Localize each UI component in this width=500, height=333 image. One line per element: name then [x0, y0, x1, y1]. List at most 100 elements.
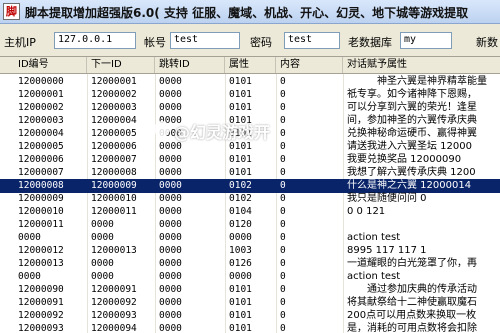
cell-next-id: 12000003 — [91, 102, 137, 113]
cell-dialog-text: action test — [347, 232, 401, 243]
table-row[interactable]: 12000000 12000001 0000 0101 0 神圣六翼是神界精萃能量 — [0, 75, 500, 89]
column-header-jump-id[interactable]: 跳转ID — [155, 57, 225, 73]
table-row[interactable]: 12000012 12000013 0000 1003 0 8995 117 117 1 — [0, 244, 500, 258]
column-header-id[interactable]: ID编号 — [14, 57, 87, 73]
cell-next-id: 12000005 — [91, 128, 137, 139]
cell-next-id: 12000004 — [91, 115, 137, 126]
cell-dialog-text: 兑换神秘命运硬币、赢得神翼 — [347, 128, 477, 139]
cell-id: 12000090 — [18, 284, 64, 295]
cell-dialog-text: 可以分享到六翼的荣光！逢星 — [347, 102, 477, 113]
cell-jump-id: 0000 — [159, 89, 182, 100]
cell-content: 0 — [280, 323, 286, 333]
cell-id: 12000008 — [18, 180, 64, 191]
cell-attribute: 0101 — [229, 76, 252, 87]
cell-next-id: 12000010 — [91, 193, 137, 204]
host-input[interactable]: 127.0.0.1 — [54, 32, 136, 49]
cell-id: 12000006 — [18, 154, 64, 165]
cell-next-id: 12000002 — [91, 89, 137, 100]
cell-jump-id: 0000 — [159, 167, 182, 178]
host-label: 主机IP — [4, 36, 36, 49]
column-header-next-id[interactable]: 下一ID — [87, 57, 155, 73]
cell-content: 0 — [280, 76, 286, 87]
cell-dialog-text: 祇专享。如今诸神降下恩赐， — [347, 89, 477, 100]
account-label: 帐号 — [144, 36, 166, 49]
cell-attribute: 0126 — [229, 258, 252, 269]
table-row[interactable]: 12000090 12000091 0000 0101 0 通过参加庆典的传承活动 — [0, 283, 500, 297]
cell-dialog-text: 一道耀眼的白光笼罩了你，再 — [347, 258, 477, 269]
cell-id: 12000093 — [18, 323, 64, 333]
cell-content: 0 — [280, 154, 286, 165]
cell-attribute: 0101 — [229, 102, 252, 113]
script-table[interactable]: ID编号 下一ID 跳转ID 属性 内容 对话赋予属性 12000000 1200… — [0, 57, 500, 333]
cell-jump-id: 0000 — [159, 310, 182, 321]
cell-attribute: 0000 — [229, 232, 252, 243]
cell-jump-id: 0000 — [159, 245, 182, 256]
cell-next-id: 12000093 — [91, 310, 137, 321]
cell-attribute: 0101 — [229, 89, 252, 100]
cell-attribute: 0101 — [229, 323, 252, 333]
cell-dialog-text: 0 0 121 — [347, 206, 386, 217]
account-input[interactable]: test — [170, 32, 240, 49]
table-row[interactable]: 12000092 12000093 0000 0101 0 200点可以用点数来换取一枚 — [0, 309, 500, 323]
table-row[interactable]: 12000091 12000092 0000 0101 0 将其献祭给十二神使赢取魔石 — [0, 296, 500, 310]
old-database-label: 老数据库 — [348, 36, 392, 49]
table-row[interactable]: 12000011 0000 0000 0120 0 — [0, 218, 500, 232]
table-row[interactable]: 12000008 12000009 0000 0102 0 什么是神之六翼 1200001… — [0, 179, 500, 193]
title-bar: 脚 脚本提取增加超强版6.0( 支持 征服、魔域、机战、开心、幻灵、地下城等游戏… — [0, 0, 500, 24]
cell-content: 0 — [280, 89, 286, 100]
table-row[interactable]: 12000002 12000003 0000 0101 0 可以分享到六翼的荣光！逢星 — [0, 101, 500, 115]
cell-next-id: 12000007 — [91, 154, 137, 165]
cell-id: 12000004 — [18, 128, 64, 139]
cell-next-id: 0000 — [91, 232, 114, 243]
cell-dialog-text: 神圣六翼是神界精萃能量 — [347, 76, 487, 87]
cell-content: 0 — [280, 193, 286, 204]
cell-jump-id: 0000 — [159, 232, 182, 243]
cell-jump-id: 0000 — [159, 323, 182, 333]
cell-attribute: 0102 — [229, 180, 252, 191]
app-logo-icon[interactable]: 脚 — [3, 3, 20, 20]
cell-jump-id: 0000 — [159, 297, 182, 308]
cell-dialog-text: 8995 117 117 1 — [347, 245, 427, 256]
cell-content: 0 — [280, 297, 286, 308]
cell-content: 0 — [280, 219, 286, 230]
cell-dialog-text: 通过参加庆典的传承活动 — [347, 284, 477, 295]
cell-attribute: 0101 — [229, 310, 252, 321]
column-header-dialog-attribute[interactable]: 对话赋予属性 — [343, 57, 500, 73]
watermark-logo-icon — [154, 121, 170, 137]
cell-id: 12000001 — [18, 89, 64, 100]
cell-attribute: 0101 — [229, 167, 252, 178]
table-row[interactable]: 12000013 0000 0000 0126 0 一道耀眼的白光笼罩了你，再 — [0, 257, 500, 271]
table-row[interactable]: 12000010 12000011 0000 0104 0 0 0 121 — [0, 205, 500, 219]
password-input[interactable]: test — [284, 32, 340, 49]
cell-attribute: 0120 — [229, 219, 252, 230]
table-row[interactable]: 12000007 12000008 0000 0101 0 我想了解六翼传承庆典 1200 — [0, 166, 500, 180]
cell-dialog-text: 我要兑换奖品 12000090 — [347, 154, 462, 165]
cell-id: 0000 — [18, 271, 41, 282]
table-row[interactable]: 0000 0000 0000 0000 0 action test — [0, 231, 500, 245]
cell-next-id: 0000 — [91, 271, 114, 282]
table-row[interactable]: 12000093 12000094 0000 0101 0 是，消耗的可用点数将会扣除 — [0, 322, 500, 333]
new-database-label: 新数 — [476, 36, 498, 49]
cell-jump-id: 0000 — [159, 284, 182, 295]
cell-attribute: 0101 — [229, 284, 252, 295]
cell-attribute: 0000 — [229, 271, 252, 282]
table-row[interactable]: 0000 0000 0000 0000 0 action test — [0, 270, 500, 284]
table-row[interactable]: 12000001 12000002 0000 0101 0 祇专享。如今诸神降下恩赐， — [0, 88, 500, 102]
column-header-attribute[interactable]: 属性 — [225, 57, 276, 73]
cell-dialog-text: 200点可以用点数来换取一枚 — [347, 310, 477, 321]
cell-next-id: 12000009 — [91, 180, 137, 191]
cell-dialog-text — [347, 218, 500, 232]
cell-id: 12000091 — [18, 297, 64, 308]
cell-content: 0 — [280, 232, 286, 243]
table-row[interactable]: 12000009 12000010 0000 0102 0 我只是随便问问 0 — [0, 192, 500, 206]
cell-content: 0 — [280, 167, 286, 178]
cell-dialog-text: 将其献祭给十二神使赢取魔石 — [347, 297, 477, 308]
table-header: ID编号 下一ID 跳转ID 属性 内容 对话赋予属性 — [0, 57, 500, 74]
old-database-input[interactable]: my — [400, 32, 452, 49]
password-label: 密码 — [250, 36, 272, 49]
cell-jump-id: 0000 — [159, 154, 182, 165]
table-row[interactable]: 12000006 12000007 0000 0101 0 我要兑换奖品 12000090 — [0, 153, 500, 167]
cell-id: 12000003 — [18, 115, 64, 126]
column-header-content[interactable]: 内容 — [276, 57, 343, 73]
cell-content: 0 — [280, 102, 286, 113]
